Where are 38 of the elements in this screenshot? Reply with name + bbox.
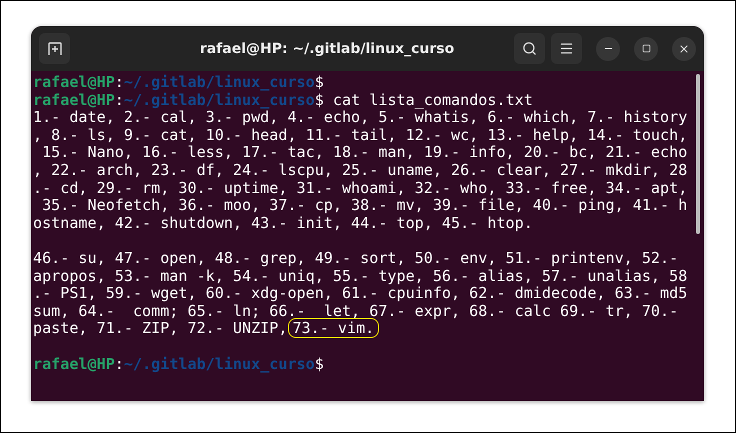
- prompt-symbol: $: [314, 354, 324, 372]
- prompt-user: rafael@HP: [33, 73, 115, 91]
- prompt-separator: :: [114, 354, 124, 372]
- prompt-symbol: $: [314, 90, 324, 109]
- maximize-button[interactable]: [634, 36, 658, 60]
- prompt-separator: :: [114, 73, 124, 91]
- output-text: .- cd, 29.- rm, 30.- uptime, 31.- whoami, 32.- who, 33.- free, 34.- apt,: [33, 178, 688, 197]
- output-text: paste, 71.- ZIP, 72.- UNZIP,: [33, 319, 288, 338]
- window-title: rafael@HP: ~/.gitlab/linux_curso: [198, 40, 456, 56]
- output-text: ostname, 42.- shutdown, 43.- init, 44.- top, 45.- htop.: [33, 214, 533, 232]
- output-text: , 22.- arch, 23.- df, 24.- lscpu, 25.- uname, 26.- clear, 27.- mkdir, 28: [33, 160, 688, 179]
- new-tab-button[interactable]: [39, 33, 70, 64]
- prompt-separator: :: [114, 90, 124, 109]
- close-button[interactable]: [672, 36, 696, 60]
- menu-icon: [559, 41, 574, 56]
- prompt-user: rafael@HP: [33, 354, 115, 372]
- output-text: 46.- su, 47.- open, 48.- grep, 49.- sort, 50.- env, 51.- printenv, 52.-: [33, 248, 678, 267]
- plus-box-icon: [48, 42, 62, 56]
- output-text: , 8.- ls, 9.- cat, 10.- head, 11.- tail, 12.- wc, 13.- help, 14.- touch,: [33, 126, 688, 144]
- output-text: apropos, 53.- man -k, 54.- uniq, 55.- type, 56.- alias, 57.- unalias, 58: [33, 266, 688, 285]
- output-text: sum, 64.- comm; 65.- ln; 66.- let, 67.- expr, 68.- calc 69.- tr, 70.-: [33, 302, 678, 320]
- prompt-user: rafael@HP: [33, 90, 115, 109]
- output-text: 35.- Neofetch, 36.- moo, 37.- cp, 38.- mv, 39.- file, 40.- ping, 41.- h: [41, 196, 688, 214]
- search-icon: [522, 41, 537, 56]
- search-button[interactable]: [514, 33, 545, 64]
- maximize-icon: [642, 44, 650, 53]
- output-text: 15.- Nano, 16.- less, 17.- tac, 18.- man, 19.- info, 20.- bc, 21.- echo: [41, 143, 688, 162]
- prompt-path: ~/.gitlab/linux_curso: [124, 90, 315, 109]
- highlighted-text: 73.- vim.: [288, 318, 380, 338]
- close-icon: [678, 42, 690, 54]
- command-text: cat lista_comandos.txt: [332, 90, 533, 109]
- output-text: .- PS1, 59.- wget, 60.- xdg-open, 61.- cpuinfo, 62.- dmidecode, 63.- md5: [33, 284, 688, 302]
- prompt-path: ~/.gitlab/linux_curso: [124, 73, 315, 91]
- scrollbar[interactable]: [696, 74, 700, 234]
- menu-button[interactable]: [551, 33, 582, 64]
- output-text: 1.- date, 2.- cal, 3.- pwd, 4.- echo, 5.- whatis, 6.- which, 7.- history: [33, 108, 688, 126]
- prompt-symbol: $: [314, 73, 324, 91]
- prompt-path: ~/.gitlab/linux_curso: [124, 354, 315, 372]
